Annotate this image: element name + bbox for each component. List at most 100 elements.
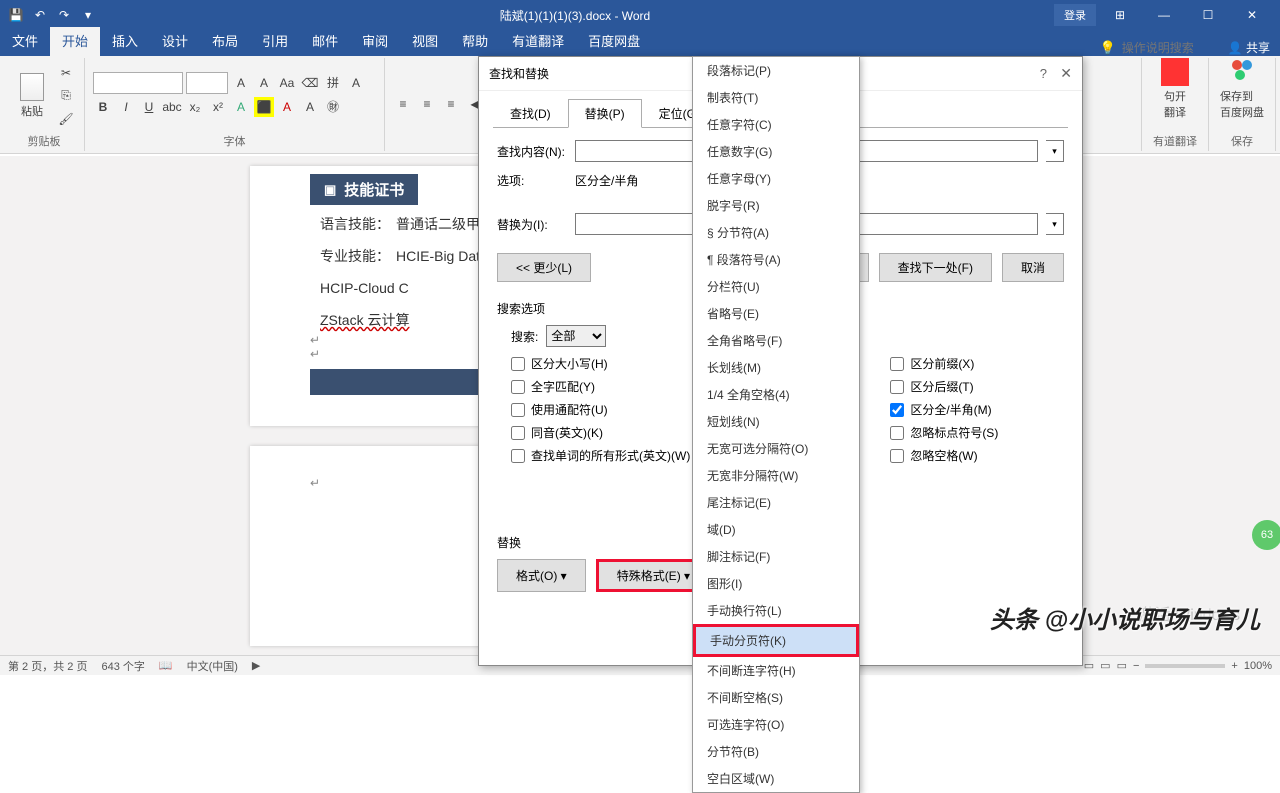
qat-more-icon[interactable]: ▾ <box>80 7 96 23</box>
menu-caret[interactable]: 脱字号(R) <box>693 192 859 219</box>
tab-view[interactable]: 视图 <box>400 27 450 56</box>
menu-any-digit[interactable]: 任意数字(G) <box>693 138 859 165</box>
menu-column-break[interactable]: 分栏符(U) <box>693 273 859 300</box>
phonetic-icon[interactable]: 拼 <box>323 73 343 93</box>
chk-sounds-like[interactable]: 同音(英文)(K) <box>511 424 690 441</box>
view-print-icon[interactable]: ▭ <box>1100 659 1110 672</box>
zoom-out-icon[interactable]: − <box>1133 660 1139 672</box>
view-web-icon[interactable]: ▭ <box>1117 659 1127 672</box>
menu-field[interactable]: 域(D) <box>693 516 859 543</box>
bold-icon[interactable]: B <box>93 97 113 117</box>
menu-manual-line-break[interactable]: 手动换行符(L) <box>693 597 859 624</box>
menu-opt-break[interactable]: 无宽可选分隔符(O) <box>693 435 859 462</box>
menu-white-space[interactable]: 空白区域(W) <box>693 765 859 792</box>
chk-prefix[interactable]: 区分前缀(X) <box>890 355 998 372</box>
chk-whole-word[interactable]: 全字匹配(Y) <box>511 378 690 395</box>
menu-endnote-mark[interactable]: 尾注标记(E) <box>693 489 859 516</box>
bullets-icon[interactable]: ≡ <box>393 94 413 114</box>
search-direction-select[interactable]: 全部 <box>546 325 606 347</box>
status-page[interactable]: 第 2 页，共 2 页 <box>8 658 87 674</box>
tab-youdao[interactable]: 有道翻译 <box>500 27 576 56</box>
menu-section-char[interactable]: § 分节符(A) <box>693 219 859 246</box>
tell-me-input[interactable] <box>1122 41 1222 55</box>
tab-insert[interactable]: 插入 <box>100 27 150 56</box>
tab-file[interactable]: 文件 <box>0 27 50 56</box>
tab-design[interactable]: 设计 <box>150 27 200 56</box>
ribbon-options-icon[interactable]: ⊞ <box>1100 0 1140 30</box>
tab-review[interactable]: 审阅 <box>350 27 400 56</box>
menu-quarter-em[interactable]: 1/4 全角空格(4) <box>693 381 859 408</box>
dialog-help-icon[interactable]: ? <box>1040 66 1047 81</box>
menu-optional-hyphen[interactable]: 可选连字符(O) <box>693 711 859 738</box>
status-spellcheck-icon[interactable]: 📖 <box>159 659 173 672</box>
copy-icon[interactable]: ⎘ <box>56 86 76 106</box>
status-words[interactable]: 643 个字 <box>101 658 144 674</box>
format-button[interactable]: 格式(O) ▾ <box>497 559 586 592</box>
tab-references[interactable]: 引用 <box>250 27 300 56</box>
menu-nonbreak-space[interactable]: 不间断空格(S) <box>693 684 859 711</box>
shrink-font-icon[interactable]: A <box>254 73 274 93</box>
highlight-icon[interactable]: ⬛ <box>254 97 274 117</box>
format-painter-icon[interactable]: 🖌 <box>56 109 76 129</box>
char-shading-icon[interactable]: A <box>300 97 320 117</box>
find-next-button[interactable]: 查找下一处(F) <box>879 253 992 282</box>
zoom-in-icon[interactable]: + <box>1231 660 1237 672</box>
menu-nonbreak-hyphen[interactable]: 不间断连字符(H) <box>693 657 859 684</box>
menu-em-dash[interactable]: 长划线(M) <box>693 354 859 381</box>
subscript-icon[interactable]: x₂ <box>185 97 205 117</box>
menu-manual-page-break[interactable]: 手动分页符(K) <box>693 624 859 657</box>
change-case-icon[interactable]: Aa <box>277 73 297 93</box>
tab-baidu[interactable]: 百度网盘 <box>576 27 652 56</box>
menu-section-break[interactable]: 分节符(B) <box>693 738 859 765</box>
tab-layout[interactable]: 布局 <box>200 27 250 56</box>
menu-any-letter[interactable]: 任意字母(Y) <box>693 165 859 192</box>
menu-en-dash[interactable]: 短划线(N) <box>693 408 859 435</box>
find-dropdown-icon[interactable]: ▾ <box>1046 140 1064 162</box>
status-language[interactable]: 中文(中国) <box>187 658 238 674</box>
replace-dropdown-icon[interactable]: ▾ <box>1046 213 1064 235</box>
tell-me-icon[interactable]: 💡 <box>1100 40 1116 56</box>
font-color-icon[interactable]: A <box>277 97 297 117</box>
menu-tab-char[interactable]: 制表符(T) <box>693 84 859 111</box>
cut-icon[interactable]: ✂ <box>56 63 76 83</box>
green-badge[interactable]: 63 <box>1252 520 1280 550</box>
cancel-button[interactable]: 取消 <box>1002 253 1064 282</box>
dialog-close-icon[interactable]: ✕ <box>1060 65 1072 81</box>
share-button[interactable]: 👤 共享 <box>1228 39 1270 56</box>
underline-icon[interactable]: U <box>139 97 159 117</box>
login-button[interactable]: 登录 <box>1054 4 1096 26</box>
menu-any-char[interactable]: 任意字符(C) <box>693 111 859 138</box>
font-size-select[interactable] <box>186 72 228 94</box>
chk-match-case[interactable]: 区分大小写(H) <box>511 355 690 372</box>
chk-wildcards[interactable]: 使用通配符(U) <box>511 401 690 418</box>
tab-mailings[interactable]: 邮件 <box>300 27 350 56</box>
close-icon[interactable]: ✕ <box>1232 0 1272 30</box>
enclose-char-icon[interactable]: ㊖ <box>323 97 343 117</box>
status-macro-icon[interactable]: ▶ <box>252 659 260 672</box>
translate-button[interactable]: 句开 翻译 <box>1150 58 1200 120</box>
zoom-slider[interactable] <box>1145 664 1225 668</box>
clear-format-icon[interactable]: ⌫ <box>300 73 320 93</box>
less-button[interactable]: << 更少(L) <box>497 253 591 282</box>
strikethrough-icon[interactable]: abc <box>162 97 182 117</box>
paste-button[interactable]: 粘贴 <box>12 73 52 119</box>
tab-help[interactable]: 帮助 <box>450 27 500 56</box>
text-effects-icon[interactable]: A <box>231 97 251 117</box>
view-read-icon[interactable]: ▭ <box>1084 659 1094 672</box>
chk-word-forms[interactable]: 查找单词的所有形式(英文)(W) <box>511 447 690 464</box>
zoom-value[interactable]: 100% <box>1244 660 1272 672</box>
menu-para-char[interactable]: ¶ 段落符号(A) <box>693 246 859 273</box>
menu-paragraph-mark[interactable]: 段落标记(P) <box>693 57 859 84</box>
baidu-save-button[interactable]: 保存到 百度网盘 <box>1217 58 1267 120</box>
maximize-icon[interactable]: ☐ <box>1188 0 1228 30</box>
chk-suffix[interactable]: 区分后缀(T) <box>890 378 998 395</box>
menu-no-width-nonbreak[interactable]: 无宽非分隔符(W) <box>693 462 859 489</box>
char-border-icon[interactable]: A <box>346 73 366 93</box>
font-family-select[interactable] <box>93 72 183 94</box>
dlg-tab-find[interactable]: 查找(D) <box>493 99 568 128</box>
save-icon[interactable]: 💾 <box>8 7 24 23</box>
dlg-tab-replace[interactable]: 替换(P) <box>568 99 642 128</box>
redo-icon[interactable]: ↷ <box>56 7 72 23</box>
menu-footnote-mark[interactable]: 脚注标记(F) <box>693 543 859 570</box>
multilevel-icon[interactable]: ≡ <box>441 94 461 114</box>
